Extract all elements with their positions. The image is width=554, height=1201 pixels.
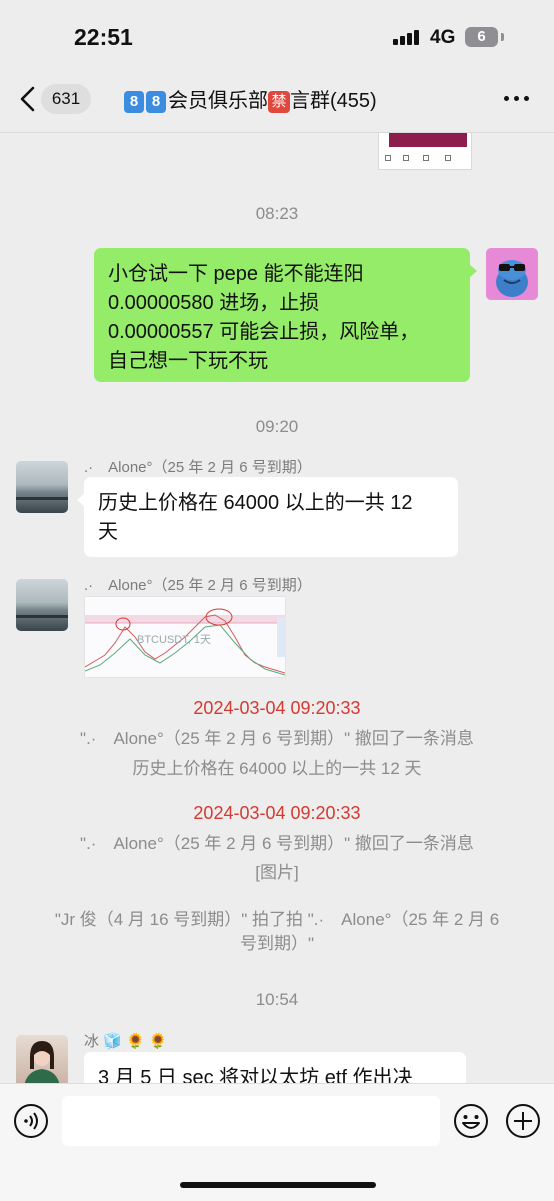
keycap-8-icon: 8	[124, 90, 144, 113]
sender-name: 冰 🧊 🌻 🌻	[84, 1033, 168, 1050]
railing-line	[16, 615, 68, 618]
self-message-bubble[interactable]: 小仓试一下 pepe 能不能连阳 0.00000580 进场，止损 0.0000…	[94, 248, 477, 382]
voice-icon[interactable]	[13, 1103, 49, 1139]
member-avatar[interactable]	[16, 579, 68, 631]
message-line: 0.00000557 可能会止损，风险单，	[108, 321, 420, 343]
pat-notice-line: "Jr 俊（4 月 16 号到期）" 拍了拍 ".· Alone°（25 年 2…	[54, 910, 500, 929]
pat-notice-line: 号到期）"	[239, 934, 315, 953]
message-line: 天	[98, 521, 118, 543]
chat-title-main: 会员俱乐部	[168, 90, 268, 112]
image-fragment	[385, 155, 391, 161]
person-avatar-icon	[24, 1041, 60, 1087]
member-message-bubble[interactable]: 历史上价格在 64000 以上的一共 12 天	[77, 477, 458, 557]
image-fragment	[423, 155, 429, 161]
unread-count-badge[interactable]: 631	[41, 84, 91, 114]
network-label: 4G	[430, 27, 456, 48]
battery-tip	[501, 33, 504, 41]
status-time: 22:51	[74, 24, 133, 50]
signal-icon	[393, 29, 423, 45]
timestamp: 10:54	[255, 990, 299, 1009]
message-line: 自己想一下玩不玩	[108, 350, 268, 372]
pat-notice: "Jr 俊（4 月 16 号到期）" 拍了拍 ".· Alone°（25 年 2…	[30, 908, 524, 956]
emoji-icon[interactable]	[453, 1103, 489, 1139]
message-input[interactable]	[62, 1096, 440, 1146]
message-line: 0.00000580 进场，止损	[108, 292, 320, 314]
recalled-content: [图片]	[255, 863, 299, 882]
highlight-band	[85, 615, 285, 623]
self-avatar[interactable]	[486, 248, 538, 300]
chat-title-suffix: 言群(455)	[290, 90, 377, 112]
timestamp: 09:20	[255, 417, 299, 436]
battery-icon: 6	[465, 27, 498, 47]
recall-notice: ".· Alone°（25 年 2 月 6 号到期）" 撤回了一条消息	[80, 729, 474, 748]
image-fragment	[445, 155, 451, 161]
timestamp: 08:23	[255, 204, 299, 223]
ban-emoji-icon: 禁	[268, 90, 290, 113]
message-line: 历史上价格在 64000 以上的一共 12	[98, 492, 413, 514]
status-bar: 22:51 4G 6	[0, 0, 554, 70]
more-dots-icon[interactable]	[504, 96, 530, 102]
image-message-partial[interactable]	[378, 132, 472, 170]
plus-icon[interactable]	[505, 1103, 541, 1139]
recall-timestamp: 2024-03-04 09:20:33	[193, 698, 361, 718]
sender-name: .· Alone°（25 年 2 月 6 号到期）	[84, 459, 312, 476]
recall-timestamp: 2024-03-04 09:20:33	[193, 803, 361, 823]
recall-notice: ".· Alone°（25 年 2 月 6 号到期）" 撤回了一条消息	[80, 834, 474, 853]
recalled-content[interactable]: 历史上价格在 64000 以上的一共 12 天	[30, 757, 524, 781]
member-avatar[interactable]	[16, 461, 68, 513]
image-fragment	[389, 133, 467, 147]
keycap-8-icon: 8	[146, 90, 166, 113]
member-avatar[interactable]	[16, 1035, 68, 1087]
image-fragment	[403, 155, 409, 161]
chevron-left-icon[interactable]	[18, 86, 40, 112]
frog-avatar-icon	[496, 260, 528, 297]
home-indicator[interactable]	[180, 1182, 376, 1188]
sender-name: .· Alone°（25 年 2 月 6 号到期）	[84, 577, 312, 594]
chart-image-message[interactable]: BTCUSDT, 1天	[84, 596, 286, 678]
chat-title[interactable]: 8 8 会员俱乐部禁言群(455)	[124, 84, 377, 113]
railing-line	[16, 497, 68, 500]
chart-symbol-label: BTCUSDT, 1天	[137, 634, 211, 646]
message-line: 小仓试一下 pepe 能不能连阳	[108, 263, 364, 285]
chat-header: 631 8 8 会员俱乐部禁言群(455)	[0, 70, 554, 133]
